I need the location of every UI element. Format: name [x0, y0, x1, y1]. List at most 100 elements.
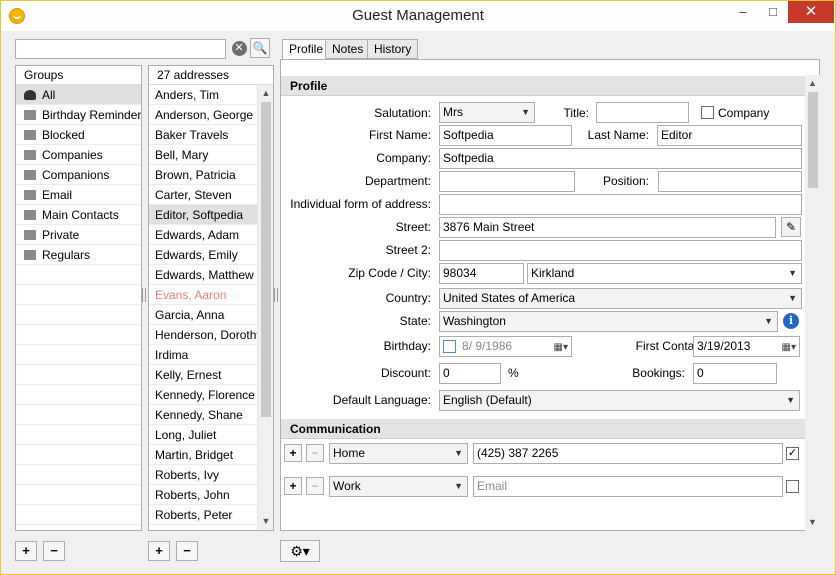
remove-group-button[interactable]: −	[43, 541, 65, 561]
city-select[interactable]: Kirkland ▼	[527, 263, 802, 284]
contact-list-item[interactable]: Kelly, Ernest	[149, 365, 273, 385]
contact-list-item[interactable]: Martin, Bridget	[149, 445, 273, 465]
tab-profile[interactable]: Profile	[282, 39, 331, 60]
calendar-icon[interactable]: ▦▾	[782, 338, 796, 356]
group-item[interactable]: All	[16, 85, 141, 105]
add-group-button[interactable]: +	[15, 541, 37, 561]
contact-list-item[interactable]: Bell, Mary	[149, 145, 273, 165]
zip-city-label: Zip Code / City:	[348, 266, 431, 280]
clear-search-button[interactable]: ✕	[229, 38, 249, 58]
add-communication-button[interactable]: +	[284, 444, 302, 462]
communication-value-field[interactable]: (425) 387 2265	[473, 443, 783, 464]
remove-communication-button[interactable]: −	[306, 444, 324, 462]
group-item[interactable]: Regulars	[16, 245, 141, 265]
salutation-select[interactable]: Mrs ▼	[439, 102, 535, 123]
communication-primary-checkbox[interactable]	[786, 480, 799, 493]
first-name-field[interactable]: Softpedia	[439, 125, 572, 146]
remove-contact-button[interactable]: −	[176, 541, 198, 561]
tab-notes[interactable]: Notes	[325, 39, 371, 59]
communication-type-select[interactable]: Work ▼	[329, 476, 468, 497]
birthday-enable-checkbox[interactable]	[443, 340, 456, 353]
contact-list-item[interactable]: Edwards, Emily	[149, 245, 273, 265]
group-item[interactable]: Main Contacts	[16, 205, 141, 225]
info-icon[interactable]: i	[783, 313, 799, 329]
communication-type-select[interactable]: Home ▼	[329, 443, 468, 464]
contact-list-item[interactable]: Anderson, George	[149, 105, 273, 125]
birthday-date-field[interactable]: 8/ 9/1986 ▦▾	[439, 336, 572, 357]
group-item[interactable]: Email	[16, 185, 141, 205]
contact-list-item[interactable]: Edwards, Matthew	[149, 265, 273, 285]
settings-gear-button[interactable]: ⚙▾	[280, 540, 320, 562]
individual-address-field[interactable]	[439, 194, 802, 215]
contacts-header: 27 addresses	[149, 66, 273, 85]
contact-list-item[interactable]: Scott, Teresa	[149, 525, 273, 530]
search-button[interactable]: 🔍	[250, 38, 270, 58]
remove-communication-button[interactable]: −	[306, 477, 324, 495]
email-field[interactable]: Email	[473, 476, 783, 497]
scroll-thumb[interactable]	[261, 102, 271, 417]
last-name-field[interactable]: Editor	[657, 125, 802, 146]
add-communication-button[interactable]: +	[284, 477, 302, 495]
default-language-label: Default Language:	[332, 393, 431, 407]
contact-list-item[interactable]: Brown, Patricia	[149, 165, 273, 185]
company-field[interactable]: Softpedia	[439, 148, 802, 169]
scroll-up-icon[interactable]: ▲	[258, 85, 273, 102]
scroll-down-icon[interactable]: ▼	[258, 513, 273, 530]
street2-field[interactable]	[439, 240, 802, 261]
bookings-field[interactable]: 0	[693, 363, 777, 384]
search-input[interactable]	[15, 39, 226, 59]
contact-list-item[interactable]: Long, Juliet	[149, 425, 273, 445]
contact-list-item[interactable]: Henderson, Dorothy	[149, 325, 273, 345]
department-field[interactable]	[439, 171, 575, 192]
group-item[interactable]: Companions	[16, 165, 141, 185]
contact-list-item[interactable]: Kennedy, Shane	[149, 405, 273, 425]
department-label: Department:	[364, 174, 431, 188]
country-label: Country:	[385, 291, 431, 305]
minimize-button[interactable]: –	[728, 1, 758, 23]
country-select[interactable]: United States of America ▼	[439, 288, 802, 309]
contact-list-item[interactable]: Baker Travels	[149, 125, 273, 145]
contact-list-item[interactable]: Evans, Aaron	[149, 285, 273, 305]
scroll-thumb[interactable]	[808, 92, 818, 188]
group-item[interactable]: Birthday Reminder	[16, 105, 141, 125]
first-contact-date-field[interactable]: 3/19/2013 ▦▾	[693, 336, 800, 357]
default-language-select[interactable]: English (Default) ▼	[439, 390, 800, 411]
folder-icon	[24, 210, 36, 220]
calendar-icon[interactable]: ▦▾	[554, 338, 568, 356]
title-field[interactable]	[596, 102, 689, 123]
zip-code-field[interactable]: 98034	[439, 263, 524, 284]
contacts-scrollbar[interactable]: ▲ ▼	[257, 85, 273, 530]
group-item[interactable]: Companies	[16, 145, 141, 165]
scroll-down-icon[interactable]: ▼	[805, 514, 820, 531]
splitter-handle[interactable]	[274, 288, 278, 302]
contact-list-item[interactable]: Edwards, Adam	[149, 225, 273, 245]
contact-list-item[interactable]: Editor, Softpedia	[149, 205, 273, 225]
maximize-button[interactable]: □	[758, 1, 788, 23]
position-field[interactable]	[658, 171, 802, 192]
empty-row	[16, 325, 141, 345]
contact-list-item[interactable]: Roberts, Ivy	[149, 465, 273, 485]
splitter-handle[interactable]	[142, 288, 146, 302]
scroll-up-icon[interactable]: ▲	[805, 75, 820, 92]
profile-scrollbar[interactable]: ▲ ▼	[805, 75, 820, 531]
percent-label: %	[508, 366, 519, 380]
group-item[interactable]: Blocked	[16, 125, 141, 145]
company-checkbox[interactable]	[701, 106, 714, 119]
contact-list-item[interactable]: Carter, Steven	[149, 185, 273, 205]
contact-list-item[interactable]: Roberts, Peter	[149, 505, 273, 525]
last-name-label: Last Name:	[587, 128, 649, 142]
contact-list-item[interactable]: Roberts, John	[149, 485, 273, 505]
contact-list-item[interactable]: Irdima	[149, 345, 273, 365]
tab-history[interactable]: History	[367, 39, 419, 59]
street-field[interactable]: 3876 Main Street	[439, 217, 776, 238]
contact-list-item[interactable]: Kennedy, Florence	[149, 385, 273, 405]
contact-list-item[interactable]: Anders, Tim	[149, 85, 273, 105]
add-contact-button[interactable]: +	[148, 541, 170, 561]
communication-primary-checkbox[interactable]: ✓	[786, 447, 799, 460]
edit-address-button[interactable]: ✎	[781, 217, 801, 237]
group-item[interactable]: Private	[16, 225, 141, 245]
discount-field[interactable]: 0	[439, 363, 501, 384]
state-select[interactable]: Washington ▼	[439, 311, 778, 332]
close-button[interactable]: ✕	[788, 1, 834, 23]
contact-list-item[interactable]: Garcia, Anna	[149, 305, 273, 325]
